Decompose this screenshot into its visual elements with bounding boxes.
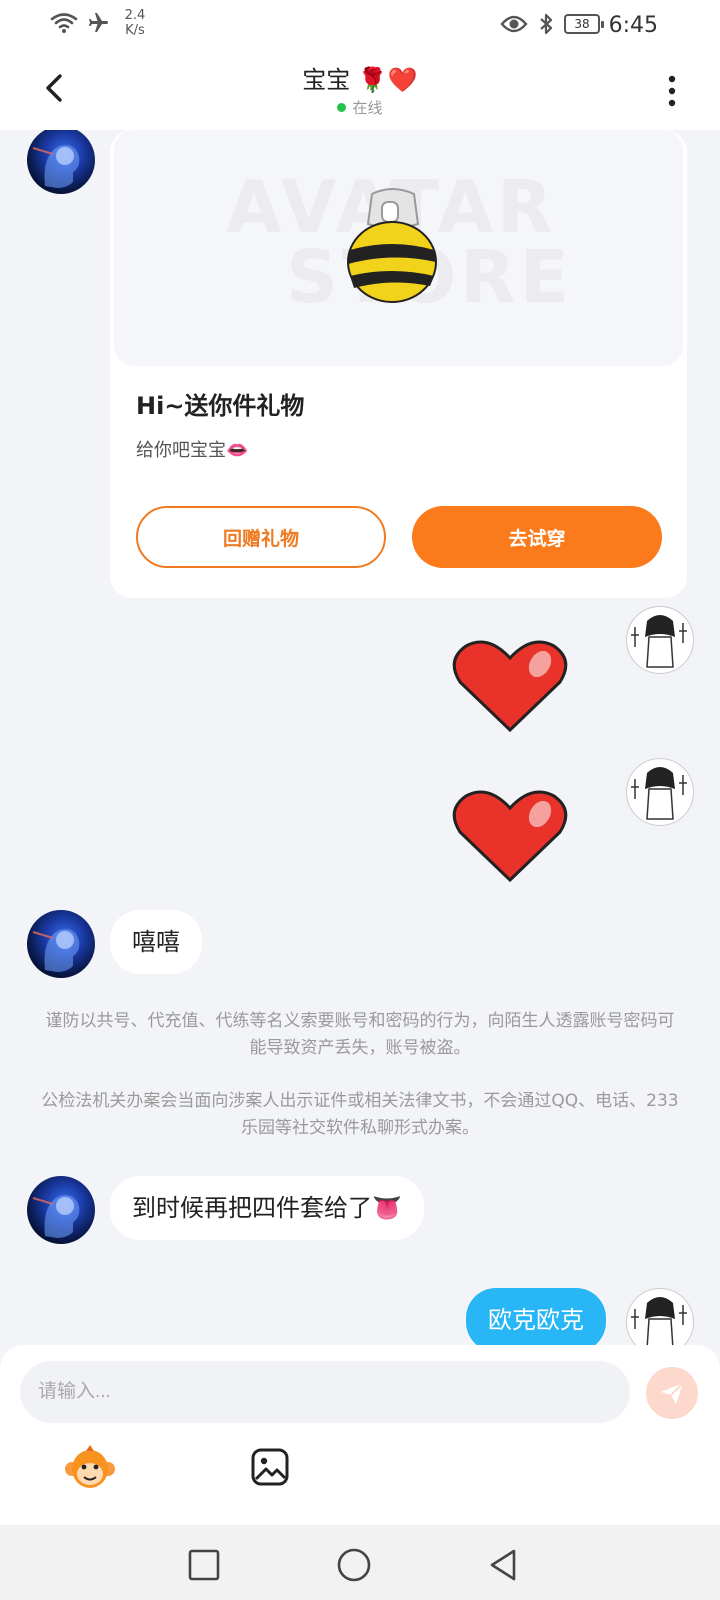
more-options-icon[interactable] — [662, 74, 682, 108]
try-on-button[interactable]: 去试穿 — [412, 506, 662, 568]
contact-avatar[interactable] — [27, 130, 95, 194]
head-silhouette-icon — [32, 145, 80, 188]
clock: 6:45 — [608, 13, 658, 38]
return-gift-button[interactable]: 回赠礼物 — [136, 506, 386, 568]
online-status: 在线 — [0, 97, 720, 118]
send-icon — [661, 1382, 684, 1404]
online-dot — [337, 103, 347, 112]
contact-avatar[interactable] — [27, 910, 95, 978]
contact-name: 宝宝 🌹❤️ — [302, 66, 418, 94]
recent-apps-button[interactable] — [184, 1545, 224, 1585]
monkey-emoji-icon[interactable] — [64, 1445, 116, 1491]
bluetooth-icon — [540, 13, 553, 35]
my-avatar[interactable] — [626, 1288, 694, 1345]
my-message-bubble[interactable]: 欧克欧克 — [466, 1288, 606, 1345]
image-picker-icon[interactable] — [250, 1447, 290, 1487]
gift-item-icon — [347, 188, 437, 303]
message-bubble[interactable]: 到时候再把四件套给了👅 — [110, 1176, 424, 1240]
message-bubble[interactable]: 嘻嘻 — [110, 910, 202, 974]
title-area: 宝宝 🌹❤️ 在线 — [0, 60, 720, 118]
security-notice: 谨防以共号、代充值、代练等名义索要账号和密码的行为，向陌生人透露账号密码可能导致… — [45, 1011, 675, 1058]
my-avatar[interactable] — [626, 606, 694, 674]
status-left: 2.4 K/s — [50, 8, 152, 38]
battery-icon: 38 — [564, 14, 604, 34]
status-bar: 2.4 K/s 38 6:45 — [0, 0, 720, 50]
chat-header: 宝宝 🌹❤️ 在线 — [0, 50, 720, 130]
gift-title: Hi~送你件礼物 — [136, 392, 305, 420]
composer — [0, 1345, 720, 1525]
gift-image[interactable]: AVATAR STORE — [114, 130, 683, 366]
head-silhouette-icon — [32, 929, 80, 972]
heart-sticker[interactable] — [448, 786, 572, 886]
head-silhouette-icon — [32, 1195, 80, 1238]
legal-notice: 公检法机关办案会当面向涉案人出示证件或相关法律文书，不会通过QQ、电话、233乐… — [41, 1091, 679, 1138]
system-nav-bar — [0, 1525, 720, 1600]
wifi-icon — [50, 13, 78, 33]
nav-back-button[interactable] — [484, 1545, 524, 1585]
manga-avatar-icon — [631, 615, 687, 668]
contact-avatar[interactable] — [27, 1176, 95, 1244]
gift-card[interactable]: AVATAR STORE Hi~送你件礼物 给你吧宝宝👄 回赠礼物 去试穿 — [110, 130, 687, 598]
online-status-text: 在线 — [352, 99, 383, 117]
send-button[interactable] — [646, 1367, 698, 1419]
eye-icon — [500, 15, 528, 33]
airplane-icon — [89, 13, 108, 32]
heart-sticker[interactable] — [448, 636, 572, 736]
message-input[interactable] — [20, 1361, 630, 1423]
manga-avatar-icon — [631, 1297, 687, 1345]
status-right: 38 — [500, 12, 604, 36]
chat-list[interactable]: AVATAR STORE Hi~送你件礼物 给你吧宝宝👄 回赠礼物 去试穿 — [0, 130, 720, 1345]
gift-subtitle: 给你吧宝宝👄 — [136, 440, 249, 461]
manga-avatar-icon — [631, 767, 687, 820]
network-speed: 2.4 K/s — [124, 8, 146, 38]
my-avatar[interactable] — [626, 758, 694, 826]
home-button[interactable] — [334, 1545, 374, 1585]
